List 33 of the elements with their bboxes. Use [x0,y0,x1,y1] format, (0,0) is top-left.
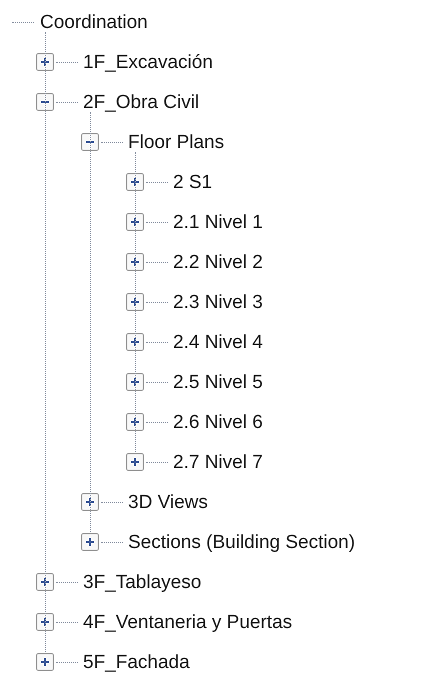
expand-icon[interactable] [36,53,54,71]
expand-icon[interactable] [36,653,54,671]
tree-item-label[interactable]: 2 S1 [173,172,212,192]
tree-item-label[interactable]: 2.1 Nivel 1 [173,212,263,232]
expand-icon[interactable] [36,573,54,591]
tree-item-label[interactable]: 5F_Fachada [83,652,190,672]
tree-item-label[interactable]: Coordination [40,12,148,32]
expand-icon[interactable] [81,493,99,511]
tree-item-label[interactable]: 2.6 Nivel 6 [173,412,263,432]
expand-icon[interactable] [126,453,144,471]
tree-item-label[interactable]: 2.7 Nivel 7 [173,452,263,472]
tree-item-label[interactable]: Floor Plans [128,132,224,152]
tree-item-label[interactable]: 3D Views [128,492,208,512]
tree-item-label[interactable]: 2.3 Nivel 3 [173,292,263,312]
tree-item-label[interactable]: 2.4 Nivel 4 [173,332,263,352]
expand-icon[interactable] [81,533,99,551]
expand-icon[interactable] [126,413,144,431]
collapse-icon[interactable] [81,133,99,151]
tree-item-label[interactable]: 4F_Ventaneria y Puertas [83,612,292,632]
tree-item-label[interactable]: 1F_Excavación [83,52,213,72]
tree-item-label[interactable]: 3F_Tablayeso [83,572,202,592]
expand-icon[interactable] [126,253,144,271]
expand-icon[interactable] [36,613,54,631]
expand-icon[interactable] [126,333,144,351]
tree-item-label[interactable]: 2.5 Nivel 5 [173,372,263,392]
expand-icon[interactable] [126,173,144,191]
expand-icon[interactable] [126,213,144,231]
tree-item-label[interactable]: 2F_Obra Civil [83,92,200,112]
tree-item-label[interactable]: 2.2 Nivel 2 [173,252,263,272]
expand-icon[interactable] [126,293,144,311]
collapse-icon[interactable] [36,93,54,111]
expand-icon[interactable] [126,373,144,391]
tree-item-label[interactable]: Sections (Building Section) [128,532,356,552]
